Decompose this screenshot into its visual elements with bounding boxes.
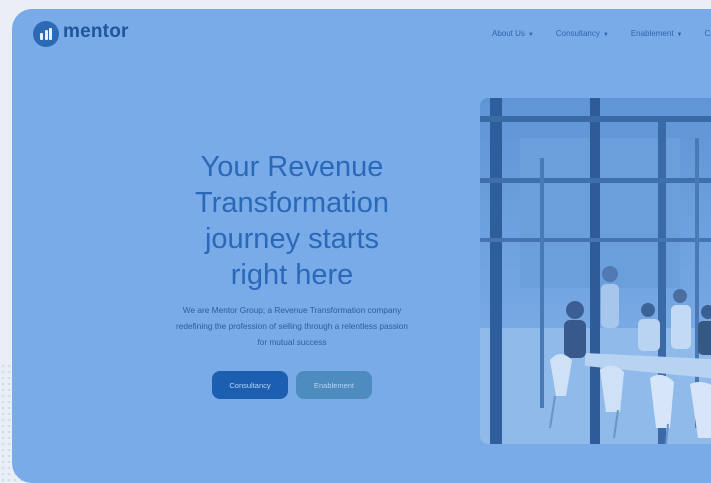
office-meeting-photo <box>480 98 711 444</box>
nav-item-about-us[interactable]: About Us ▼ <box>492 29 534 38</box>
hero-subtitle-line: for mutual success <box>257 337 327 347</box>
hero-title-line: right here <box>230 259 354 291</box>
nav-item-label: About Us <box>492 29 525 38</box>
hero-title-line: Transformation <box>195 187 389 219</box>
hero-subtitle-line: redefining the profession of selling thr… <box>176 321 408 331</box>
nav-item-truncated[interactable]: C <box>705 29 711 38</box>
hero-section: mentor About Us ▼ Consultancy ▼ Enablement… <box>12 9 711 483</box>
enablement-button[interactable]: Enablement <box>296 371 372 399</box>
hero-title: Your Revenue Transformation journey star… <box>162 149 422 293</box>
hero-title-line: Your Revenue <box>200 151 384 183</box>
nav-menu: About Us ▼ Consultancy ▼ Enablement ▼ C <box>492 29 710 38</box>
chevron-down-icon: ▼ <box>676 32 683 38</box>
chevron-down-icon: ▼ <box>602 32 609 38</box>
nav-item-label: Consultancy <box>555 29 600 38</box>
hero-title-line: journey starts <box>204 223 380 255</box>
hero-subtitle: We are Mentor Group; a Revenue Transform… <box>144 302 440 350</box>
brand-name[interactable]: mentor <box>63 21 129 43</box>
nav-item-enablement[interactable]: Enablement ▼ <box>631 29 683 38</box>
nav-item-consultancy[interactable]: Consultancy ▼ <box>556 29 609 38</box>
top-navigation: mentor About Us ▼ Consultancy ▼ Enablement… <box>12 9 711 61</box>
nav-item-label: Enablement <box>630 29 674 38</box>
nav-item-label: C <box>704 29 711 38</box>
mentor-logo-icon[interactable] <box>33 21 59 47</box>
hero-subtitle-line: We are Mentor Group; a Revenue Transform… <box>182 305 402 315</box>
chevron-down-icon: ▼ <box>527 32 534 38</box>
office-meeting-illustration <box>480 98 711 444</box>
consultancy-button[interactable]: Consultancy <box>212 371 288 399</box>
